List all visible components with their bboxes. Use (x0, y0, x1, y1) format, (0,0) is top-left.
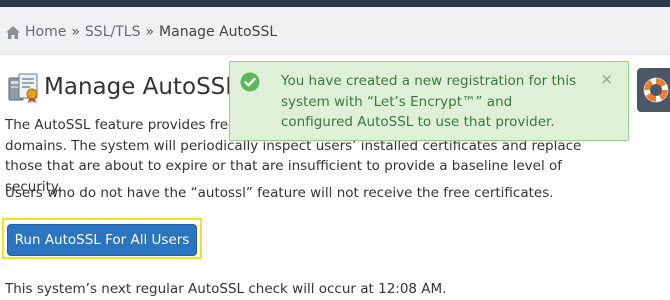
help-tab[interactable] (637, 68, 670, 112)
breadcrumb-separator: » (71, 24, 80, 40)
success-alert: You have created a new registration for … (229, 61, 629, 141)
run-autossl-button[interactable]: Run AutoSSL For All Users (7, 224, 197, 256)
lifebuoy-icon (643, 77, 669, 103)
breadcrumb-separator: » (145, 24, 155, 40)
next-check-text: This system’s next regular AutoSSL check… (5, 281, 447, 297)
check-circle-icon (240, 72, 260, 92)
breadcrumb-bar: Home » SSL/TLS » Manage AutoSSL (0, 7, 670, 55)
breadcrumb-home-link[interactable]: Home (25, 23, 66, 41)
page-title: Manage AutoSSL (44, 74, 239, 100)
breadcrumb-ssl-link[interactable]: SSL/TLS (85, 23, 141, 41)
ssl-certificate-icon (8, 73, 38, 103)
breadcrumb: Home » SSL/TLS » Manage AutoSSL (5, 23, 277, 41)
home-icon[interactable] (5, 25, 21, 40)
feature-note: Users who do not have the “autossl” feat… (5, 185, 554, 201)
alert-message: You have created a new registration for … (281, 73, 577, 130)
top-bar (0, 0, 670, 7)
close-icon[interactable]: × (600, 70, 613, 88)
breadcrumb-current: Manage AutoSSL (159, 24, 278, 40)
